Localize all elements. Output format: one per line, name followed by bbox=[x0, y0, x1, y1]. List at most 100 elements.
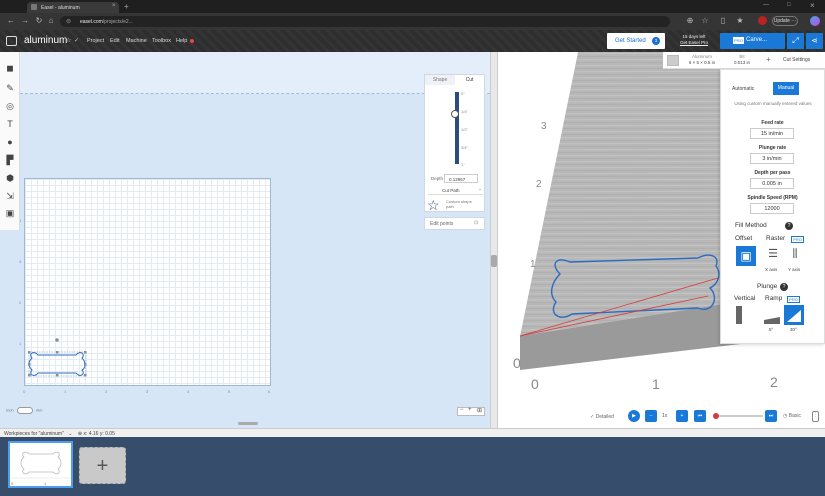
preview-x-tick: 1 bbox=[652, 376, 660, 392]
detailed-toggle[interactable]: ✓ Detailed bbox=[590, 414, 614, 420]
material-swatch[interactable] bbox=[667, 55, 679, 66]
x-tick: 1 bbox=[64, 389, 67, 394]
shapes-icon[interactable]: ◼ bbox=[4, 62, 16, 74]
add-bit-button[interactable]: + bbox=[766, 55, 771, 64]
depth-slider-track[interactable] bbox=[455, 92, 459, 164]
star-project-icon[interactable]: ☆ bbox=[66, 37, 71, 44]
ramp-5-label: 5° bbox=[769, 327, 774, 332]
depth-input[interactable]: 0.12967 bbox=[444, 174, 478, 183]
unit-switch[interactable] bbox=[16, 407, 33, 414]
url-bar[interactable]: easel.com/projects/e2... bbox=[60, 16, 670, 27]
easel-logo-icon[interactable] bbox=[6, 36, 17, 46]
ramp-label: Ramp bbox=[765, 295, 783, 302]
copilot-icon[interactable] bbox=[810, 16, 820, 26]
project-title[interactable]: aluminum bbox=[24, 35, 67, 46]
tab-close-icon[interactable]: × bbox=[112, 3, 116, 9]
basic-view[interactable]: ◷ Basic bbox=[783, 413, 801, 419]
horizontal-resize-handle[interactable] bbox=[238, 422, 258, 425]
home-icon[interactable]: ⌂ bbox=[46, 16, 56, 26]
star-icon[interactable]: ☆ bbox=[700, 16, 710, 26]
pen-icon[interactable]: ✎ bbox=[4, 82, 16, 94]
share-icon[interactable]: ⋖ bbox=[806, 33, 823, 49]
depth-per-pass-input[interactable]: 0.005 in bbox=[750, 178, 794, 189]
tab-shape[interactable]: Shape bbox=[425, 75, 455, 85]
3d-box-icon[interactable]: ▣ bbox=[4, 207, 16, 219]
menu-help[interactable]: Help bbox=[176, 38, 187, 44]
y-axis-label: Y axis bbox=[788, 267, 801, 272]
faster-icon[interactable]: + bbox=[676, 410, 688, 422]
automatic-option[interactable]: Automatic bbox=[732, 86, 754, 92]
slower-icon[interactable]: − bbox=[645, 410, 657, 422]
custom-shape-star-icon[interactable]: ☆ bbox=[427, 197, 440, 214]
add-workpiece-button[interactable]: + bbox=[79, 447, 126, 484]
menu-project[interactable]: Project bbox=[87, 38, 104, 44]
raster-y-icon[interactable]: ⫼ bbox=[788, 246, 802, 262]
divider-handle[interactable] bbox=[491, 255, 497, 267]
x-tick: 2 bbox=[105, 389, 108, 394]
raster-x-icon[interactable]: ☰ bbox=[766, 246, 780, 262]
cube-icon[interactable]: ⬢ bbox=[4, 172, 16, 184]
depth-per-pass-label: Depth per pass bbox=[754, 170, 791, 176]
zoom-in-icon[interactable]: + bbox=[468, 407, 472, 413]
cut-path-select[interactable]: Cut Path bbox=[428, 186, 483, 195]
text-icon[interactable]: T bbox=[4, 118, 16, 130]
depth-slider-handle[interactable] bbox=[451, 110, 459, 118]
skip-end-icon[interactable]: ⏭ bbox=[765, 410, 777, 422]
bit-select[interactable]: Bit 0.013 in bbox=[725, 54, 759, 66]
get-easel-pro-link[interactable]: Get Easel Pro bbox=[680, 40, 708, 46]
tab-cut[interactable]: Cut bbox=[455, 75, 484, 85]
window-close-icon[interactable]: × bbox=[810, 1, 815, 10]
x-tick: 0 bbox=[23, 389, 26, 394]
menu-toolbox[interactable]: Toolbox bbox=[152, 38, 171, 44]
fill-method-label: Fill Method bbox=[735, 222, 767, 229]
expand-preview-icon[interactable]: ⋮ bbox=[812, 411, 819, 422]
menu-edit[interactable]: Edit bbox=[110, 38, 119, 44]
update-button[interactable]: Update ··· bbox=[772, 16, 798, 26]
feed-rate-input[interactable]: 15 in/min bbox=[750, 128, 794, 139]
depth-tick: 0" bbox=[461, 91, 465, 96]
timeline-track[interactable] bbox=[719, 415, 763, 417]
carve-button[interactable]: Carve... bbox=[720, 33, 785, 49]
fill-method-help-icon[interactable]: ? bbox=[785, 222, 793, 230]
reload-icon[interactable]: ↻ bbox=[34, 16, 44, 26]
menu-machine[interactable]: Machine bbox=[126, 38, 147, 44]
favorites-icon[interactable]: ★ bbox=[735, 16, 745, 26]
offset-fill-icon[interactable]: ▣ bbox=[736, 246, 756, 266]
ramp-5-icon[interactable] bbox=[764, 306, 780, 324]
cut-settings-button[interactable]: Cut Settings bbox=[783, 57, 810, 63]
fullscreen-icon[interactable]: ⤢ bbox=[787, 33, 804, 49]
site-info-icon[interactable]: ⊜ bbox=[66, 18, 71, 25]
spindle-speed-input[interactable]: 12000 bbox=[750, 203, 794, 214]
new-tab-icon[interactable]: + bbox=[124, 2, 129, 11]
zoom-out-icon[interactable]: − bbox=[460, 407, 464, 413]
corner-icon[interactable]: ▛ bbox=[4, 154, 16, 166]
pane-divider[interactable] bbox=[490, 52, 498, 428]
bone-shape[interactable] bbox=[26, 336, 90, 384]
split-icon[interactable]: ▯ bbox=[718, 16, 728, 26]
zoom-fit-icon[interactable]: ⊞ bbox=[477, 407, 482, 414]
zoom-icon[interactable]: ⊕ bbox=[685, 16, 695, 26]
forward-icon[interactable]: → bbox=[20, 16, 30, 26]
preview-x-tick: 2 bbox=[770, 374, 778, 390]
ramp-30-icon[interactable] bbox=[784, 305, 804, 325]
minimize-icon[interactable]: — bbox=[763, 2, 769, 8]
target-icon[interactable]: ◎ bbox=[4, 100, 16, 112]
vertical-plunge-icon[interactable] bbox=[736, 306, 750, 324]
unit-toggle[interactable]: Inch mm bbox=[6, 407, 42, 414]
back-icon[interactable]: ← bbox=[6, 16, 16, 26]
plunge-help-icon[interactable]: ? bbox=[780, 283, 788, 291]
play-icon[interactable]: ▶ bbox=[628, 410, 640, 422]
rewind-icon[interactable]: ⏮ bbox=[694, 410, 706, 422]
material-select[interactable]: Aluminum 6 × 5 × 0.5 in bbox=[682, 54, 722, 66]
maximize-icon[interactable]: □ bbox=[787, 2, 791, 8]
saved-check-icon: ✓ bbox=[74, 38, 80, 44]
trial-info[interactable]: 15 days left Get Easel Pro bbox=[680, 34, 708, 46]
plunge-rate-input[interactable]: 3 in/min bbox=[750, 153, 794, 164]
browser-tab[interactable]: Easel - aluminum bbox=[27, 2, 119, 13]
profile-avatar[interactable] bbox=[758, 16, 767, 25]
workpiece-thumbnail[interactable] bbox=[8, 441, 73, 488]
carve-pro-badge: PRO bbox=[733, 37, 744, 44]
apps-icon[interactable]: ● bbox=[4, 136, 16, 148]
import-icon[interactable]: ⇲ bbox=[4, 190, 16, 202]
manual-option[interactable]: Manual bbox=[773, 82, 799, 95]
